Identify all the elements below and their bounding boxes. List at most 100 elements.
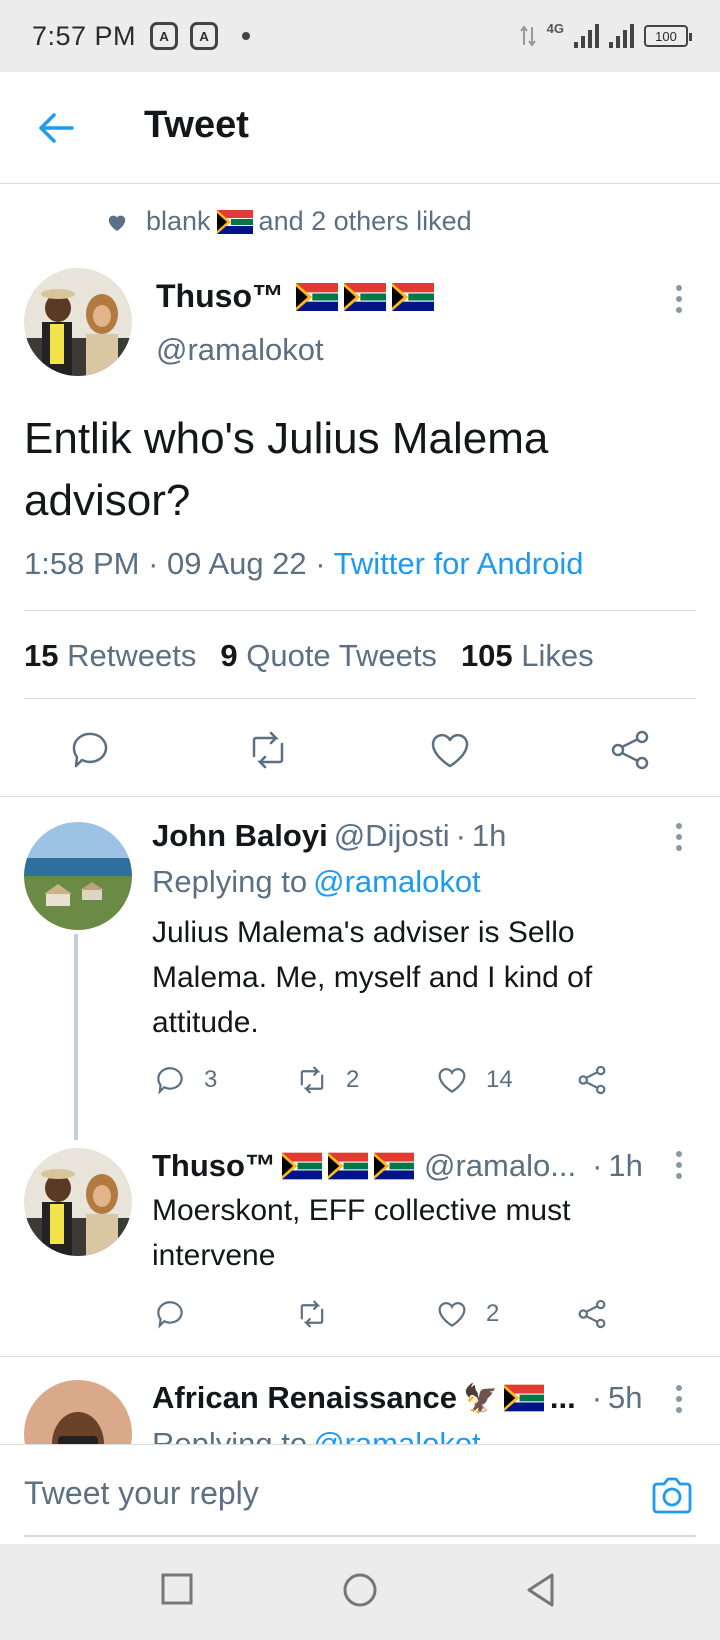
- reply-action-retweet[interactable]: [296, 1298, 328, 1330]
- like-icon: [438, 1068, 466, 1093]
- share-icon[interactable]: [608, 728, 652, 772]
- top-app-bar: Tweet: [0, 72, 720, 184]
- status-bar: 7:57 PM A A 4G 100: [0, 0, 720, 72]
- system-navigation-bar: [0, 1544, 720, 1640]
- reply-time: 1h: [471, 818, 507, 853]
- south-africa-flag-icon: [216, 209, 253, 234]
- avatar[interactable]: [24, 822, 132, 930]
- retweet-icon[interactable]: [246, 728, 290, 772]
- liked-by-user: blank: [146, 206, 211, 236]
- signal-icon: [609, 24, 634, 48]
- reply-action-reply[interactable]: [154, 1298, 186, 1330]
- replying-to-label: Replying to: [152, 864, 308, 899]
- like-icon[interactable]: [428, 728, 472, 772]
- battery-icon: 100: [644, 25, 692, 47]
- reply-input-underline: [24, 1535, 696, 1537]
- app-notification-icon: A: [150, 22, 179, 50]
- south-africa-flag-icon: [391, 282, 434, 311]
- reply-header: African Renaissance 🦅 ... · 5h: [152, 1380, 643, 1416]
- replying-to-handle[interactable]: @ramalokot: [313, 864, 481, 900]
- liked-by-others: and 2 others liked: [258, 206, 472, 236]
- reply-time: 1h: [608, 1148, 643, 1183]
- home-circle-icon[interactable]: [342, 1572, 378, 1608]
- tweet-date: 09 Aug 22: [167, 546, 307, 581]
- reply-action-reply[interactable]: 3: [154, 1064, 217, 1096]
- tweet-text: Entlik who's Julius Malema advisor?: [24, 414, 549, 525]
- profile-photo: [24, 822, 132, 930]
- retweet-icon: [300, 1300, 324, 1328]
- heart-filled-icon: [108, 215, 126, 231]
- south-africa-flag-icon: [343, 282, 386, 311]
- more-options-icon[interactable]: [674, 1384, 684, 1414]
- south-africa-flag-icon: [374, 1152, 414, 1180]
- notification-dot-icon: [242, 32, 251, 40]
- eagle-emoji-icon: 🦅: [462, 1382, 498, 1414]
- data-transfer-icon: [519, 25, 536, 47]
- likes-label: Likes: [521, 638, 594, 673]
- like-icon: [438, 1302, 466, 1327]
- share-icon: [578, 1065, 606, 1095]
- avatar[interactable]: [24, 268, 132, 376]
- reply-action-share[interactable]: [576, 1064, 608, 1096]
- replying-to: Replying to @ramalokot: [152, 864, 481, 900]
- reply-icon: [157, 1067, 183, 1095]
- profile-photo: [24, 268, 132, 376]
- retweets-label: Retweets: [67, 638, 197, 673]
- retweets-stat[interactable]: 15 Retweets: [24, 638, 196, 674]
- south-africa-flag-icon: [328, 1152, 368, 1180]
- status-time: 7:57 PM: [32, 20, 137, 51]
- quotes-count: 9: [220, 638, 238, 673]
- more-options-icon[interactable]: [674, 822, 684, 852]
- camera-icon[interactable]: [650, 1475, 694, 1515]
- signal-icon: [574, 24, 599, 48]
- author-handle[interactable]: @ramalokot: [156, 332, 324, 368]
- more-options-icon[interactable]: [674, 1150, 684, 1180]
- share-icon: [578, 1299, 606, 1329]
- tweet-source-link[interactable]: Twitter for Android: [334, 546, 584, 581]
- reply-icon[interactable]: [68, 728, 112, 772]
- like-count: 2: [486, 1300, 500, 1327]
- reply-author-name[interactable]: African Renaissance: [152, 1380, 457, 1416]
- author-name-text: Thuso™: [156, 278, 284, 314]
- retweet-count: 2: [346, 1066, 360, 1093]
- network-type-label: 4G: [546, 20, 564, 36]
- liked-by-context[interactable]: blank and 2 others liked: [106, 206, 472, 237]
- reply-action-share[interactable]: [576, 1298, 608, 1330]
- reply-input[interactable]: Tweet your reply: [24, 1475, 259, 1512]
- more-options-icon[interactable]: [674, 284, 684, 314]
- quotes-stat[interactable]: 9 Quote Tweets: [220, 638, 437, 674]
- reply-header: Thuso™ @ramalo... · 1h: [152, 1148, 643, 1184]
- divider: [24, 698, 696, 699]
- reply-action-retweet[interactable]: 2: [296, 1064, 359, 1096]
- reply-actions-bar: 2: [152, 1298, 672, 1334]
- reply-action-like[interactable]: 2: [436, 1298, 499, 1330]
- app-notification-icon: A: [190, 22, 219, 50]
- reply-author-name[interactable]: Thuso™: [152, 1148, 276, 1184]
- likes-count: 105: [460, 638, 513, 673]
- like-count: 14: [486, 1066, 513, 1093]
- south-africa-flag-icon: [295, 282, 338, 311]
- author-name[interactable]: Thuso™: [156, 278, 434, 315]
- thread-connector: [74, 934, 78, 1140]
- avatar[interactable]: [24, 1148, 132, 1256]
- battery-level: 100: [655, 28, 677, 44]
- reply-action-like[interactable]: 14: [436, 1064, 513, 1096]
- divider: [0, 796, 720, 797]
- reply-author-handle[interactable]: @Dijosti: [334, 818, 450, 854]
- name-ellipsis: ...: [549, 1380, 576, 1415]
- reply-icon: [157, 1301, 183, 1329]
- tweet-time: 1:58 PM: [24, 546, 140, 581]
- reply-author-handle[interactable]: @ramalo...: [424, 1148, 576, 1184]
- tweet-actions-bar: [0, 728, 720, 792]
- back-arrow-icon[interactable]: [36, 108, 76, 148]
- reply-count: 3: [204, 1066, 218, 1093]
- likes-stat[interactable]: 105 Likes: [461, 638, 594, 674]
- back-triangle-icon[interactable]: [524, 1572, 558, 1608]
- reply-text: Moerskont, EFF collective must intervene: [152, 1194, 571, 1272]
- south-africa-flag-icon: [503, 1384, 544, 1412]
- tweet-timestamp: 1:58 PM · 09 Aug 22 · Twitter for Androi…: [24, 546, 584, 581]
- engagement-stats: 15 Retweets 9 Quote Tweets 105 Likes: [24, 638, 594, 674]
- reply-author-name[interactable]: John Baloyi: [152, 818, 328, 854]
- page-title: Tweet: [144, 104, 249, 146]
- recents-square-icon[interactable]: [160, 1572, 194, 1606]
